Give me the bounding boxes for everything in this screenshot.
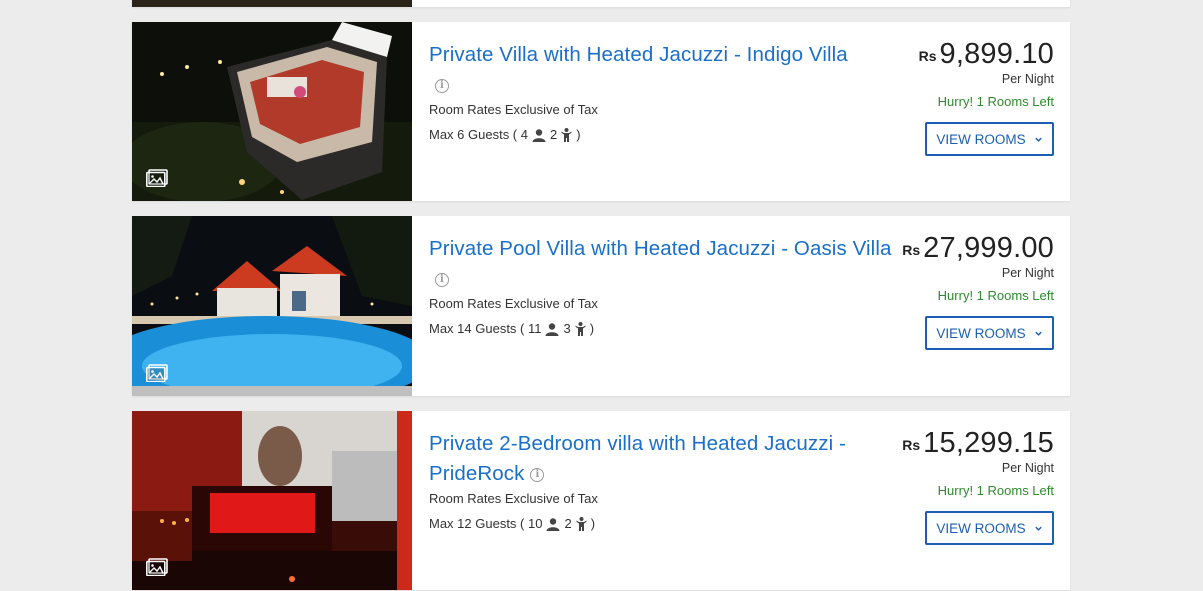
currency-symbol: Rs [902,437,921,453]
availability-badge: Hurry! 1 Rooms Left [937,288,1054,303]
view-rooms-button[interactable]: VIEW ROOMS [925,316,1054,350]
chevron-down-icon [1034,331,1042,336]
child-count: 3 [563,321,571,336]
guests-prefix: Max 12 Guests ( [429,516,528,531]
guests-suffix: ) [576,127,581,142]
listing-title[interactable]: Private Villa with Heated Jacuzzi - Indi… [429,40,859,100]
adult-count: 10 [527,516,543,531]
listing-title-text[interactable]: Private 2-Bedroom villa with Heated Jacu… [429,432,846,485]
listing-photo[interactable] [132,411,412,590]
info-icon[interactable]: i [530,468,545,482]
view-rooms-button[interactable]: VIEW ROOMS [925,122,1054,156]
photo-gallery-icon[interactable] [146,364,168,382]
currency-symbol: Rs [902,242,921,258]
child-icon [561,128,572,142]
listing-card: Private Pool Villa with Heated Jacuzzi -… [132,216,1070,396]
price-amount: 9,899.10 [939,38,1054,70]
listing-info: Private Pool Villa with Heated Jacuzzi -… [412,216,1070,396]
view-rooms-label: VIEW ROOMS [936,520,1026,536]
price-amount: 27,999.00 [923,232,1054,264]
guests-prefix: Max 14 Guests ( [429,321,528,336]
price-block: Rs 27,999.00 Per Night Hurry! 1 Rooms Lef… [894,230,1054,350]
listing-title-text[interactable]: Private Villa with Heated Jacuzzi - Indi… [429,43,848,66]
child-count: 2 [564,516,572,531]
availability-badge: Hurry! 1 Rooms Left [937,483,1054,498]
listing-title[interactable]: Private 2-Bedroom villa with Heated Jacu… [429,429,859,489]
listing-title-text[interactable]: Private Pool Villa with Heated Jacuzzi -… [429,237,891,260]
listing-page: Private Villa with Heated Jacuzzi - Indi… [0,0,1203,591]
photo-gallery-icon[interactable] [146,169,168,187]
listing-info: Private 2-Bedroom villa with Heated Jacu… [412,411,1070,590]
photo-gallery-icon[interactable] [146,558,168,576]
chevron-down-icon [1034,137,1042,142]
child-count: 2 [549,127,558,142]
listing-info: Private Villa with Heated Jacuzzi - Indi… [412,22,1070,201]
view-rooms-label: VIEW ROOMS [936,325,1026,341]
villa-night-photo [132,22,412,201]
listing-card: Private Villa with Heated Jacuzzi - Indi… [132,22,1070,201]
adult-count: 11 [527,321,542,336]
listing-photo[interactable] [132,22,412,201]
child-icon [575,322,586,336]
listing-card: Private 2-Bedroom villa with Heated Jacu… [132,411,1070,590]
listing-card-partial [132,0,1070,7]
price-amount: 15,299.15 [923,427,1054,459]
guests-suffix: ) [590,516,596,531]
adult-icon [546,517,560,531]
price-block: Rs 15,299.15 Per Night Hurry! 1 Rooms Lef… [894,425,1054,545]
listing-photo-partial [132,0,412,7]
jacuzzi-room-photo [132,411,412,590]
price: Rs 27,999.00 [894,230,1054,271]
chevron-down-icon [1034,526,1042,531]
currency-symbol: Rs [918,48,937,64]
child-icon [576,517,587,531]
info-icon[interactable]: i [435,79,449,93]
availability-badge: Hurry! 1 Rooms Left [937,94,1054,109]
adult-count: 4 [520,127,528,142]
pool-villa-photo [132,216,412,396]
price-block: Rs 9,899.10 Per Night Hurry! 1 Rooms Left… [894,36,1054,156]
info-icon[interactable]: i [435,273,449,287]
adult-icon [545,322,559,336]
listing-photo[interactable] [132,216,412,396]
price: Rs 15,299.15 [894,425,1054,466]
view-rooms-button[interactable]: VIEW ROOMS [925,511,1054,545]
listing-title[interactable]: Private Pool Villa with Heated Jacuzzi -… [429,234,909,294]
guests-prefix: Max 6 Guests ( [429,127,521,142]
adult-icon [532,128,546,142]
guests-suffix: ) [589,321,595,336]
price: Rs 9,899.10 [894,36,1054,77]
view-rooms-label: VIEW ROOMS [936,131,1026,147]
